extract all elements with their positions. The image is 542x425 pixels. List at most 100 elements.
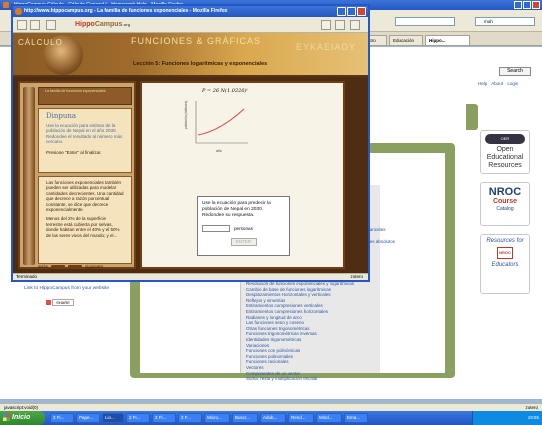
background-address-bar[interactable] [395, 17, 455, 26]
firefox-icon [3, 2, 9, 8]
scroll-decoration [23, 87, 35, 265]
taskbar-item[interactable]: Ema... [344, 413, 368, 423]
taskbar-item[interactable]: Pape... [76, 413, 100, 423]
taskbar-item[interactable]: Micro... [204, 413, 230, 423]
background-window-controls [514, 1, 540, 9]
popup-toolbar: HippoCampus.org [13, 17, 368, 33]
oer-line2: Educational [486, 154, 524, 161]
nroc-logo: NROC [488, 186, 522, 198]
about-link[interactable]: About [491, 81, 503, 86]
help-link[interactable]: Help [478, 81, 487, 86]
answer-unit: personas [234, 226, 253, 231]
partial-links: ...arosites ...es absolutos [366, 224, 395, 248]
hippocampus-logo: HippoCampus.org [75, 21, 130, 28]
taskbar-item[interactable]: 2 Fi... [126, 413, 150, 423]
oer-badge[interactable]: OER Open Educational Resources [480, 130, 530, 174]
back-icon[interactable] [17, 20, 27, 30]
partial-link-2[interactable]: ...es absolutos [366, 236, 395, 248]
popup-status-text: Terminado [16, 274, 38, 279]
taskbar-items: 2 Fi... Pape... Lio... 2 Fi... 2 Fi... 2 F...… [50, 413, 368, 423]
answer-input[interactable] [202, 225, 230, 232]
bookmark-educacion[interactable]: Educación [389, 35, 423, 45]
close-icon[interactable] [532, 1, 540, 9]
oer-line3: Resources [488, 162, 522, 169]
link-to-hippocampus[interactable]: Link to HippoCampus from your website [24, 286, 109, 291]
settings-icon[interactable] [350, 20, 360, 30]
background-statusbar: javascript:void(0) zotero [0, 403, 542, 411]
taskbar-item[interactable]: 2 Fi... [152, 413, 176, 423]
popup-window-controls [337, 7, 366, 16]
help-icon[interactable] [46, 20, 56, 30]
maximize-icon[interactable] [347, 7, 356, 16]
explanation-card[interactable]: Las funciones exponenciales también pued… [38, 176, 132, 264]
top-links: Help About Login [478, 81, 521, 86]
firefox-icon [15, 8, 22, 15]
taskbar: Inicio 2 Fi... Pape... Lio... 2 Fi... 2 Fi..… [0, 411, 542, 425]
resources-for-educators-badge[interactable]: Resources for NROC Educators [480, 234, 530, 294]
explanation-para-1: Las funciones exponenciales también pued… [46, 180, 124, 213]
maximize-icon[interactable] [523, 1, 531, 9]
oer-line1: Open [496, 146, 514, 153]
minimize-icon[interactable] [337, 7, 346, 16]
course-catalog-badge[interactable]: NROC Course Catalog [480, 182, 530, 226]
instructions-title: Dinpuna [46, 112, 77, 120]
background-search-field[interactable]: moh [475, 17, 535, 26]
lesson-links: Resolución de funciones exponenciales y … [246, 281, 354, 382]
worksheet: P = 26 N(1.0226)ᵗ población (millones) a… [140, 81, 345, 269]
banner-course: CÁLCULO [18, 38, 63, 47]
taskbar-item[interactable]: 2 Fi... [50, 413, 74, 423]
green-tab-strip [466, 104, 478, 130]
enter-button[interactable]: ENTER [230, 238, 257, 246]
logo-org: .org [122, 22, 131, 27]
question-box: Use la ecuación para predecir la poblaci… [197, 196, 290, 256]
banner-greek-text: EYKAEIADY [296, 42, 357, 52]
fullscreen-icon[interactable] [335, 20, 345, 30]
taskbar-item[interactable]: Rend... [288, 413, 314, 423]
panel-navigation: atrás siguiente [38, 264, 132, 269]
background-status-text: javascript:void(0) [4, 405, 39, 410]
zotero-status[interactable]: zotero [350, 274, 363, 280]
prev-arrow-icon[interactable] [51, 264, 66, 269]
system-tray: 19:55 [472, 411, 542, 425]
taskbar-item[interactable]: Lio... [102, 413, 124, 423]
taskbar-item[interactable]: Mind... [316, 413, 342, 423]
zotero-status[interactable]: zotero [525, 405, 538, 410]
logo-hippo: Hippo [75, 21, 95, 28]
partial-link-1[interactable]: ...arosites [366, 224, 395, 236]
banner-title: FUNCIONES & GRÁFICAS [131, 36, 262, 46]
lesson-link[interactable]: Suma, resta y multiplicación escalar [246, 376, 354, 382]
popup-titlebar[interactable]: http://www.hippocampus.org - La familia … [13, 6, 368, 17]
instructions-hint: Presione "Enter" al finalizar. [46, 149, 102, 155]
lesson-banner: CÁLCULO FUNCIONES & GRÁFICAS Lección 5: … [13, 33, 368, 77]
graph-x-label: año [216, 149, 222, 153]
minimize-icon[interactable] [514, 1, 522, 9]
start-button[interactable]: Inicio [0, 411, 45, 425]
zoom-icon[interactable] [321, 20, 331, 30]
resources-label: Resources for [486, 238, 524, 244]
popup-window: http://www.hippocampus.org - La familia … [11, 4, 370, 282]
answer-row: personas [202, 225, 285, 232]
tab-hippocampus[interactable]: Hippo... [425, 35, 470, 45]
equation: P = 26 N(1.0226)ᵗ [202, 88, 248, 94]
educators-label: Educators [491, 262, 519, 268]
logo-campus: Campus [94, 21, 123, 28]
catalog-label: Catalog [496, 206, 514, 212]
taskbar-item[interactable]: Adob... [260, 413, 286, 423]
back-label[interactable]: atrás [38, 264, 48, 269]
popup-statusbar: Terminado zotero [13, 273, 368, 280]
login-link[interactable]: Login [507, 81, 518, 86]
growth-curve [197, 108, 245, 136]
next-arrow-icon[interactable] [68, 264, 83, 269]
taskbar-item[interactable]: Buscr... [232, 413, 258, 423]
print-icon[interactable] [30, 20, 40, 30]
search-button[interactable]: Search [499, 67, 531, 76]
next-label[interactable]: siguiente [85, 264, 103, 269]
taskbar-item[interactable]: 2 F... [178, 413, 202, 423]
clock: 19:55 [527, 415, 539, 420]
instructions-card: Dinpuna Use la ecuación para estimar de … [38, 108, 132, 173]
share-button[interactable]: SHARE [46, 299, 74, 306]
graph-y-label: población (millones) [184, 100, 188, 129]
nroc-mini-logo: NROC [497, 247, 513, 259]
lesson-title: Lección 5: Funciones logarítmicas y expo… [133, 61, 268, 67]
close-icon[interactable] [357, 7, 366, 16]
